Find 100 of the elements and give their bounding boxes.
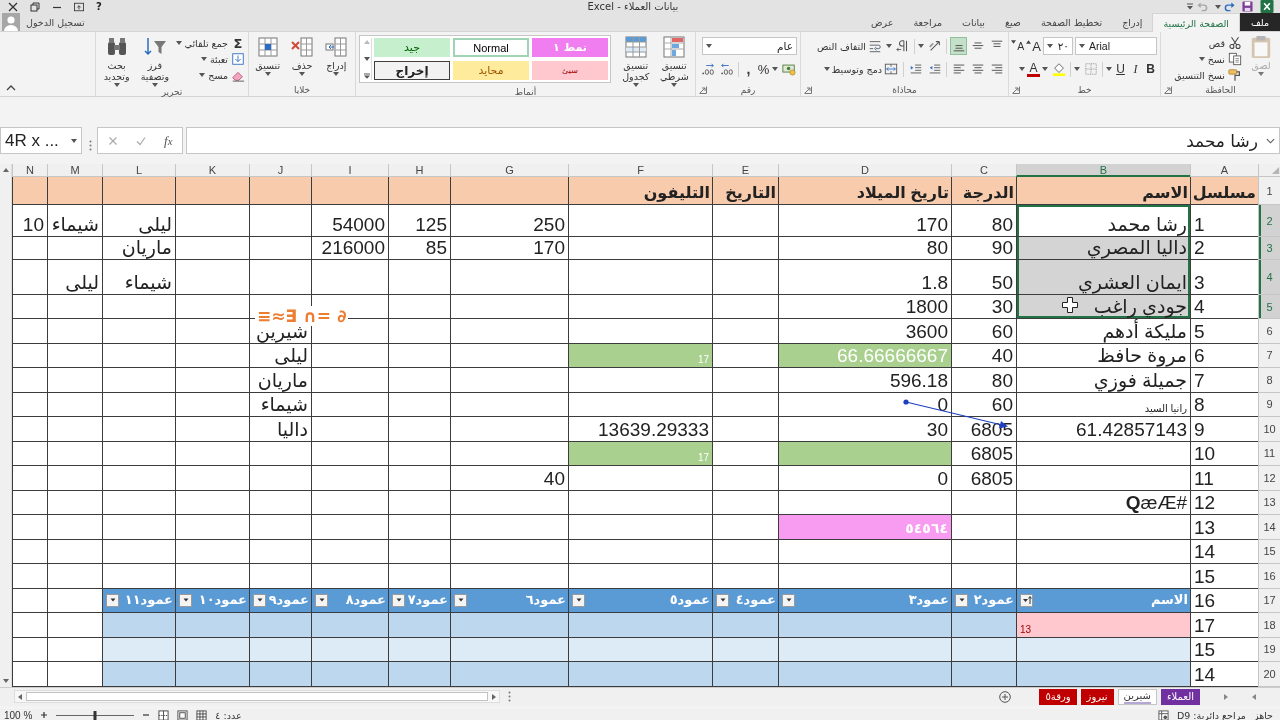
cell-style-option[interactable]: جيد: [374, 38, 450, 57]
chevron-down-icon[interactable]: [1266, 137, 1275, 144]
row-header[interactable]: 19: [1258, 637, 1280, 662]
scroll-right-icon[interactable]: [491, 692, 497, 701]
scroll-up-icon[interactable]: [1, 167, 10, 173]
close-button[interactable]: [8, 1, 18, 12]
horizontal-scrollbar[interactable]: [14, 690, 500, 703]
sign-in-link[interactable]: تسجيل الدخول: [20, 13, 91, 31]
row-header[interactable]: 10: [1258, 417, 1280, 442]
row-header[interactable]: 2: [1258, 205, 1280, 237]
column-header[interactable]: I: [311, 164, 388, 177]
insert-cells-button[interactable]: إدراج: [320, 35, 352, 76]
column-header[interactable]: D: [778, 164, 951, 177]
cell-style-option[interactable]: Normal: [453, 38, 529, 57]
restore-button[interactable]: [30, 1, 40, 12]
save-button[interactable]: [1242, 1, 1253, 12]
row-header[interactable]: 15: [1258, 539, 1280, 564]
column-header[interactable]: B: [1016, 164, 1190, 177]
drag-handle-icon[interactable]: [89, 140, 92, 151]
column-header[interactable]: L: [102, 164, 175, 177]
row-header[interactable]: 14: [1258, 515, 1280, 540]
ribbon-tab[interactable]: تخطيط الصفحة: [1030, 13, 1113, 31]
cell-style-option[interactable]: محايد: [453, 61, 529, 80]
column-header[interactable]: F: [568, 164, 712, 177]
caret-icon[interactable]: [1042, 67, 1048, 71]
caret-icon[interactable]: [772, 67, 778, 71]
column-header[interactable]: H: [388, 164, 450, 177]
row-header[interactable]: 9: [1258, 392, 1280, 417]
row-header[interactable]: 16: [1258, 564, 1280, 589]
column-header[interactable]: M: [47, 164, 102, 177]
row-header[interactable]: 20: [1258, 662, 1280, 687]
cell-style-option[interactable]: سيئ: [532, 61, 608, 80]
ribbon-tab[interactable]: الصفحة الرئيسية: [1152, 13, 1240, 32]
page-layout-button[interactable]: [177, 709, 189, 720]
ribbon-display-button[interactable]: [74, 1, 84, 12]
dialog-launcher-icon[interactable]: [804, 85, 812, 94]
ribbon-tab[interactable]: بيانات: [952, 13, 995, 31]
number-format-field[interactable]: عام: [702, 37, 797, 55]
font-size-field[interactable]: ٢٠: [1043, 37, 1073, 55]
row-header[interactable]: 11: [1258, 441, 1280, 466]
collapse-ribbon-icon[interactable]: [6, 85, 16, 91]
column-header[interactable]: J: [249, 164, 311, 177]
column-header[interactable]: C: [951, 164, 1016, 177]
grow-font-button[interactable]: A: [1026, 37, 1041, 55]
column-header[interactable]: E: [712, 164, 778, 177]
sort-filter-button[interactable]: فرز وتصفية: [137, 35, 173, 87]
customize-toolbar-button[interactable]: [1186, 3, 1194, 10]
name-box[interactable]: 4R x ...: [0, 127, 82, 154]
sheet-tab[interactable]: ورقة٥: [1039, 688, 1077, 705]
dialog-launcher-icon[interactable]: [1012, 85, 1020, 94]
row-header[interactable]: 18: [1258, 613, 1280, 638]
row-header[interactable]: 13: [1258, 490, 1280, 515]
row-header[interactable]: 7: [1258, 343, 1280, 368]
comma-style-button[interactable]: ,: [742, 60, 755, 78]
format-painter-button[interactable]: نسخ التنسيق: [1174, 67, 1242, 83]
wrap-text-button[interactable]: التفاف النص: [817, 38, 882, 54]
undo-button[interactable]: [1224, 1, 1235, 12]
row-header[interactable]: 4: [1258, 260, 1280, 295]
format-as-table-button[interactable]: تنسيق كجدول: [618, 35, 654, 87]
vertical-align-button[interactable]: [950, 37, 967, 55]
format-cells-button[interactable]: تنسيق: [252, 35, 284, 76]
normal-view-button[interactable]: [196, 709, 208, 720]
ribbon-tab[interactable]: إدراج: [1112, 13, 1153, 31]
vertical-scrollbar[interactable]: [0, 164, 12, 687]
sheet-tab[interactable]: شيرين: [1117, 688, 1157, 705]
sheet-tab[interactable]: العملاء: [1160, 688, 1200, 705]
font-name-field[interactable]: Arial: [1075, 37, 1157, 55]
row-header[interactable]: 1: [1258, 177, 1280, 205]
dialog-launcher-icon[interactable]: [1164, 85, 1172, 94]
ribbon-tab[interactable]: عرض: [861, 13, 904, 31]
slider-thumb[interactable]: [93, 710, 97, 720]
row-header[interactable]: 8: [1258, 368, 1280, 393]
find-select-button[interactable]: بحث وتحديد: [99, 35, 135, 87]
underline-button[interactable]: U: [1114, 60, 1127, 78]
fill-button[interactable]: تعبئة: [175, 51, 245, 67]
caret-icon[interactable]: [1106, 67, 1112, 71]
shrink-font-button[interactable]: A: [1011, 37, 1025, 55]
italic-button[interactable]: I: [1129, 60, 1142, 78]
cell-style-option[interactable]: إخراج: [374, 61, 450, 80]
scroll-left-icon[interactable]: [1251, 692, 1257, 701]
zoom-in-icon[interactable]: [40, 711, 49, 720]
bold-button[interactable]: B: [1144, 60, 1157, 78]
dialog-launcher-icon[interactable]: [699, 85, 707, 94]
copy-button[interactable]: نسخ: [1174, 51, 1242, 67]
caret-icon[interactable]: [1019, 67, 1025, 71]
zoom-level-text[interactable]: 100 %: [4, 709, 33, 720]
help-button[interactable]: ?: [96, 1, 102, 12]
percent-style-button[interactable]: %: [757, 60, 770, 78]
file-tab[interactable]: ملف: [1240, 13, 1280, 31]
fill-color-button[interactable]: [1050, 60, 1067, 78]
scroll-left-icon[interactable]: [17, 692, 23, 701]
scroll-down-icon[interactable]: [1, 677, 10, 684]
scroll-down-icon[interactable]: [363, 56, 371, 62]
column-header[interactable]: N: [12, 164, 47, 177]
sheet-record-icon[interactable]: [1157, 709, 1169, 720]
row-header[interactable]: 5: [1258, 295, 1280, 319]
column-header[interactable]: A: [1190, 164, 1258, 177]
new-sheet-button[interactable]: [999, 690, 1012, 703]
undo-list-button[interactable]: [1215, 4, 1221, 9]
scroll-right-icon[interactable]: [1223, 692, 1229, 701]
